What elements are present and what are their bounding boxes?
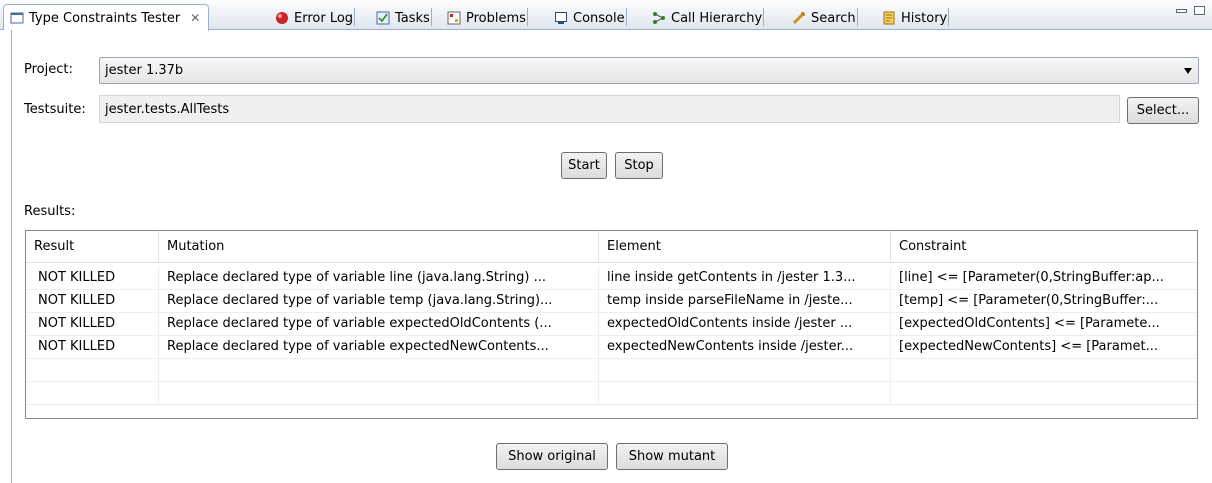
tab-problems[interactable]: Problems bbox=[447, 6, 528, 30]
tab-console[interactable]: Console bbox=[554, 6, 627, 30]
tab-label: History bbox=[901, 10, 948, 26]
tasks-icon bbox=[376, 11, 390, 25]
maximize-icon[interactable] bbox=[1194, 6, 1205, 15]
cell-result: NOT KILLED bbox=[26, 313, 159, 335]
testsuite-value: jester.tests.AllTests bbox=[105, 102, 230, 117]
column-header-constraint[interactable]: Constraint bbox=[891, 231, 1197, 262]
testsuite-label: Testsuite: bbox=[24, 102, 86, 117]
cell-constraint: [expectedNewContents] <= [Paramet... bbox=[899, 339, 1158, 354]
tab-label: Search bbox=[811, 10, 856, 26]
table-row-empty bbox=[26, 382, 1197, 405]
search-icon bbox=[792, 11, 806, 25]
problems-icon bbox=[447, 11, 461, 25]
minimize-icon[interactable] bbox=[1176, 9, 1187, 13]
tab-type-constraints-tester[interactable]: Type Constraints Tester ✕ bbox=[3, 4, 210, 31]
column-header-mutation[interactable]: Mutation bbox=[159, 231, 599, 262]
table-row[interactable]: NOT KILLED Replace declared type of vari… bbox=[26, 313, 1197, 336]
view-tab-bar: Type Constraints Tester ✕ Error Log Task… bbox=[0, 0, 1212, 31]
table-row[interactable]: NOT KILLED Replace declared type of vari… bbox=[26, 290, 1197, 313]
call-hierarchy-icon bbox=[652, 11, 666, 25]
start-button[interactable]: Start bbox=[561, 152, 607, 179]
tab-label: Call Hierarchy bbox=[671, 10, 763, 26]
tab-history[interactable]: History bbox=[882, 6, 950, 30]
tab-call-hierarchy[interactable]: Call Hierarchy bbox=[652, 6, 765, 30]
results-table[interactable]: Result Mutation Element Constraint NOT K… bbox=[25, 230, 1198, 419]
cell-element: expectedNewContents inside /jester... bbox=[599, 336, 891, 358]
stop-button[interactable]: Stop bbox=[615, 152, 663, 179]
cell-constraint: [temp] <= [Parameter(0,StringBuffer:... bbox=[899, 293, 1159, 308]
error-log-icon bbox=[275, 11, 289, 25]
cell-element: line inside getContents in /jester 1.3..… bbox=[599, 267, 891, 289]
cell-mutation: Replace declared type of variable expect… bbox=[159, 313, 599, 335]
testsuite-field[interactable]: jester.tests.AllTests bbox=[99, 95, 1120, 123]
project-dropdown[interactable]: jester 1.37b bbox=[99, 57, 1199, 84]
column-header-element[interactable]: Element bbox=[599, 231, 891, 262]
show-mutant-button[interactable]: Show mutant bbox=[616, 443, 728, 470]
cell-constraint: [line] <= [Parameter(0,StringBuffer:ap..… bbox=[899, 270, 1164, 285]
view-border bbox=[0, 30, 12, 483]
project-value: jester 1.37b bbox=[105, 63, 184, 78]
column-header-result[interactable]: Result bbox=[26, 231, 159, 262]
table-row[interactable]: NOT KILLED Replace declared type of vari… bbox=[26, 336, 1197, 359]
tab-search[interactable]: Search bbox=[792, 6, 858, 30]
cell-result: NOT KILLED bbox=[26, 267, 159, 289]
tab-label: Tasks bbox=[395, 10, 430, 26]
tab-error-log[interactable]: Error Log bbox=[275, 6, 356, 30]
show-original-button[interactable]: Show original bbox=[496, 443, 608, 470]
cell-mutation: Replace declared type of variable expect… bbox=[159, 336, 599, 358]
select-button[interactable]: Select... bbox=[1127, 97, 1199, 124]
table-row[interactable]: NOT KILLED Replace declared type of vari… bbox=[26, 267, 1197, 290]
cell-constraint: [expectedOldContents] <= [Paramete... bbox=[899, 316, 1160, 331]
cell-mutation: Replace declared type of variable line (… bbox=[159, 267, 599, 289]
tab-label: Console bbox=[573, 10, 625, 26]
cell-element: expectedOldContents inside /jester ... bbox=[599, 313, 891, 335]
results-label: Results: bbox=[24, 204, 76, 219]
close-icon[interactable]: ✕ bbox=[190, 11, 200, 25]
cell-mutation: Replace declared type of variable temp (… bbox=[159, 290, 599, 312]
table-header: Result Mutation Element Constraint bbox=[26, 231, 1197, 263]
cell-result: NOT KILLED bbox=[26, 290, 159, 312]
console-icon bbox=[554, 11, 568, 25]
tab-label: Error Log bbox=[294, 10, 354, 26]
table-row-empty bbox=[26, 359, 1197, 382]
project-label: Project: bbox=[24, 62, 73, 77]
chevron-down-icon bbox=[1184, 68, 1192, 74]
cell-result: NOT KILLED bbox=[26, 336, 159, 358]
tab-label: Problems bbox=[466, 10, 526, 26]
window-icon bbox=[10, 11, 24, 25]
cell-element: temp inside parseFileName in /jeste... bbox=[599, 290, 891, 312]
tab-label: Type Constraints Tester bbox=[29, 10, 181, 26]
history-icon bbox=[882, 11, 896, 25]
tab-tasks[interactable]: Tasks bbox=[376, 6, 432, 30]
